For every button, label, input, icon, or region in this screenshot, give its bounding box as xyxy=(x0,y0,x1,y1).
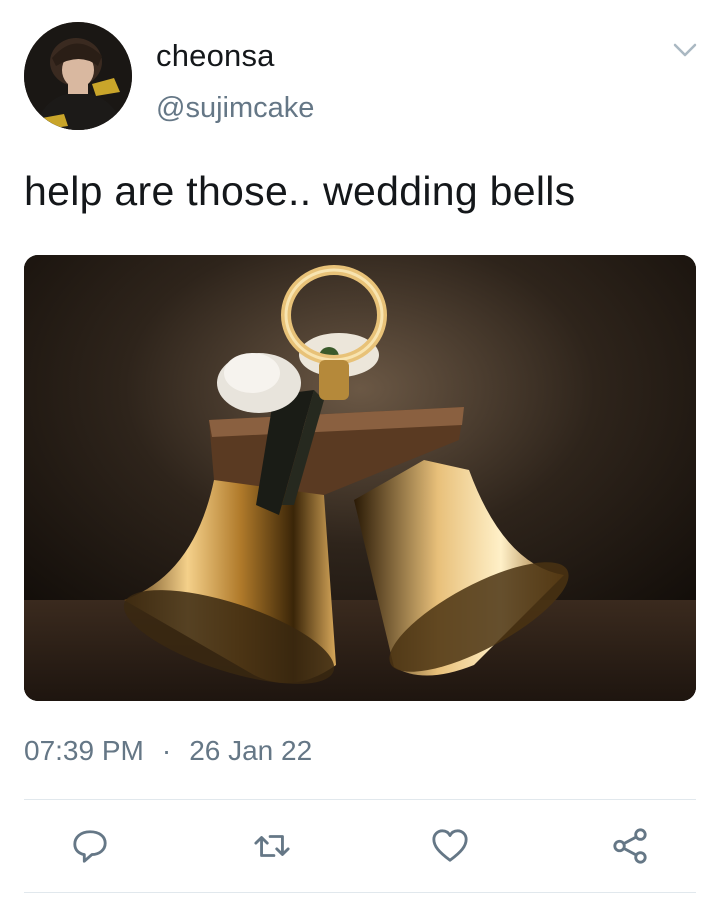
tweet-time: 07:39 PM xyxy=(24,735,144,766)
divider xyxy=(24,799,696,800)
divider xyxy=(24,892,696,893)
avatar[interactable] xyxy=(24,22,132,130)
display-name[interactable]: cheonsa xyxy=(156,38,275,74)
tweet-media-image[interactable] xyxy=(24,255,696,701)
avatar-image xyxy=(24,22,132,130)
tweet-timestamp[interactable]: 07:39 PM · 26 Jan 22 xyxy=(24,735,312,767)
heart-icon xyxy=(432,829,468,862)
meta-separator: · xyxy=(161,735,172,766)
tweet-date: 26 Jan 22 xyxy=(189,735,313,766)
tweet-text: help are those.. wedding bells xyxy=(24,168,576,214)
bells-photo xyxy=(24,255,696,701)
share-button[interactable] xyxy=(610,826,650,866)
user-handle[interactable]: @sujimcake xyxy=(156,92,314,125)
reply-icon xyxy=(73,830,107,863)
reply-button[interactable] xyxy=(70,826,110,866)
retweet-icon xyxy=(254,835,290,857)
share-icon xyxy=(613,828,647,864)
tweet-card: cheonsa @sujimcake help are those.. wedd… xyxy=(0,0,720,906)
retweet-button[interactable] xyxy=(252,826,292,866)
like-button[interactable] xyxy=(430,826,470,866)
chevron-down-icon[interactable] xyxy=(670,38,700,62)
